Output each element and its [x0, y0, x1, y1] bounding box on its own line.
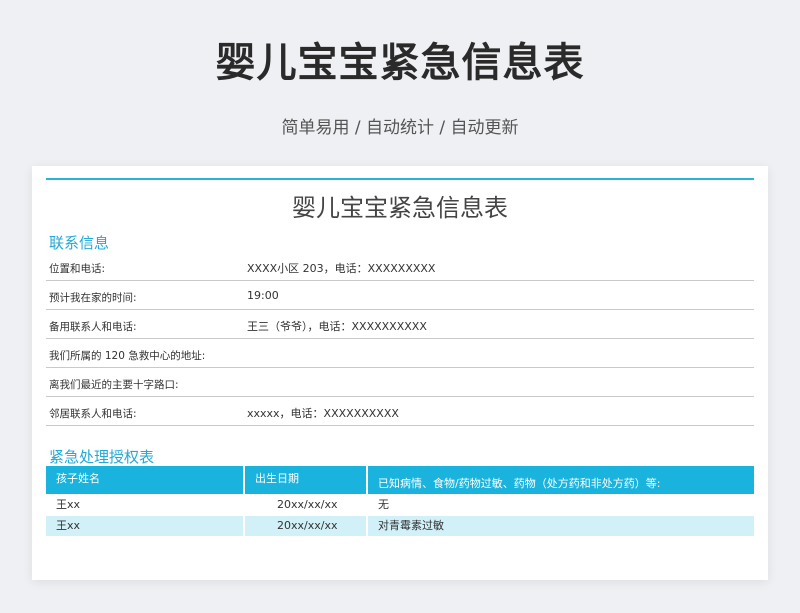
contact-row: 离我们最近的主要十字路口: — [46, 368, 754, 397]
contact-label: 我们所属的 120 急救中心的地址: — [49, 350, 206, 362]
contact-row: 我们所属的 120 急救中心的地址: — [46, 339, 754, 368]
contact-row: 备用联系人和电话: 王三（爷爷），电话：XXXXXXXXXX — [46, 310, 754, 339]
table-header-row: 孩子姓名 出生日期 已知病情、食物/药物过敏、药物（处方药和非处方药）等: — [46, 466, 754, 494]
header-child-name: 孩子姓名 — [46, 466, 243, 494]
contact-label: 离我们最近的主要十字路口: — [49, 379, 179, 391]
top-rule — [46, 178, 754, 180]
hero-subtitle: 简单易用 / 自动统计 / 自动更新 — [281, 118, 519, 138]
cell-birth-date[interactable]: 20xx/xx/xx — [245, 495, 366, 515]
contact-label: 邻居联系人和电话: — [49, 408, 137, 420]
contact-value[interactable]: 王三（爷爷），电话：XXXXXXXXXX — [247, 318, 427, 334]
contact-value[interactable]: XXXX小区 203，电话：XXXXXXXXX — [247, 260, 435, 276]
contact-section-heading: 联系信息 — [49, 234, 110, 252]
table-row: 王xx 20xx/xx/xx 无 — [46, 495, 754, 515]
cell-child-name[interactable]: 王xx — [46, 495, 243, 515]
contact-label: 预计我在家的时间: — [49, 292, 137, 304]
header-medical-notes: 已知病情、食物/药物过敏、药物（处方药和非处方药）等: — [368, 466, 754, 494]
contact-label: 位置和电话: — [49, 263, 106, 275]
contact-value[interactable]: 19:00 — [247, 289, 279, 302]
cell-medical-notes[interactable]: 对青霉素过敏 — [368, 516, 754, 536]
document-sheet: 婴儿宝宝紧急信息表 联系信息 位置和电话: XXXX小区 203，电话：XXXX… — [32, 166, 768, 580]
authorization-table: 孩子姓名 出生日期 已知病情、食物/药物过敏、药物（处方药和非处方药）等: 王x… — [46, 466, 754, 536]
header-birth-date: 出生日期 — [245, 466, 366, 494]
contact-list: 位置和电话: XXXX小区 203，电话：XXXXXXXXX 预计我在家的时间:… — [46, 252, 754, 426]
table-row: 王xx 20xx/xx/xx 对青霉素过敏 — [46, 516, 754, 536]
authorization-section-heading: 紧急处理授权表 — [49, 448, 155, 466]
hero-title: 婴儿宝宝紧急信息表 — [215, 40, 585, 86]
cell-birth-date[interactable]: 20xx/xx/xx — [245, 516, 366, 536]
cell-medical-notes[interactable]: 无 — [368, 495, 754, 515]
cell-child-name[interactable]: 王xx — [46, 516, 243, 536]
contact-row: 位置和电话: XXXX小区 203，电话：XXXXXXXXX — [46, 252, 754, 281]
contact-row: 预计我在家的时间: 19:00 — [46, 281, 754, 310]
contact-value[interactable]: xxxxx，电话：XXXXXXXXXX — [247, 405, 399, 421]
contact-label: 备用联系人和电话: — [49, 321, 137, 333]
contact-row: 邻居联系人和电话: xxxxx，电话：XXXXXXXXXX — [46, 397, 754, 426]
document-title: 婴儿宝宝紧急信息表 — [292, 194, 508, 222]
